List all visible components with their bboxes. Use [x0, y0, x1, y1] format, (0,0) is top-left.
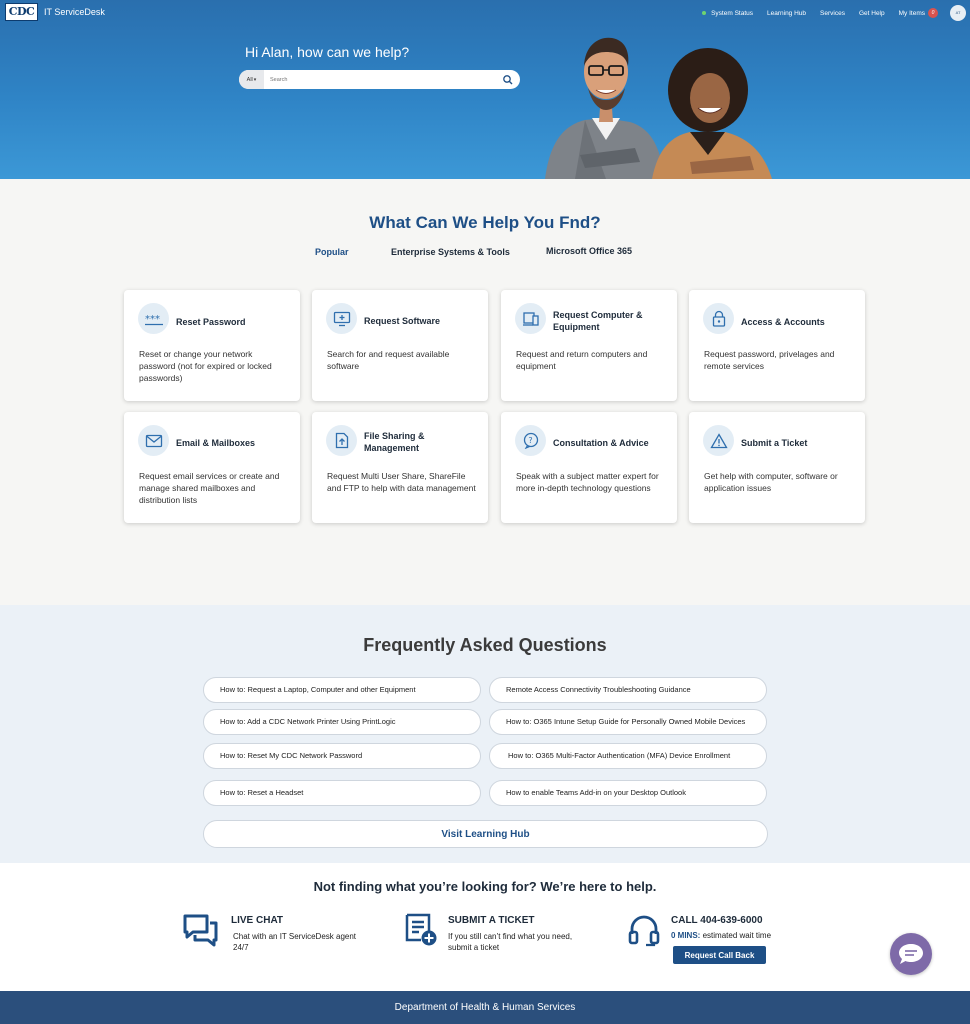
card-description: Get help with computer, software or appl… — [704, 471, 838, 493]
faq-item[interactable]: How to: Add a CDC Network Printer Using … — [203, 709, 481, 735]
question-bubble-icon: ? — [515, 425, 546, 456]
chat-icon[interactable] — [183, 914, 219, 948]
card-title: Email & Mailboxes — [176, 438, 256, 448]
hero-people-illustration — [545, 37, 772, 179]
card-description: Reset or change your network password (n… — [139, 349, 272, 383]
card-description: Search for and request available softwar… — [327, 349, 450, 371]
visit-learning-hub-button[interactable]: Visit Learning Hub — [203, 820, 768, 848]
faq-section: Frequently Asked Questions How to: Reque… — [0, 605, 970, 863]
nav-learning-hub[interactable]: Learning Hub — [767, 10, 806, 17]
footer: Department of Health & Human Services — [0, 991, 970, 1024]
card-title: Submit a Ticket — [741, 438, 808, 448]
category-tabs: Popular Enterprise Systems & Tools Micro… — [0, 246, 970, 265]
help-section-title: What Can We Help You Fnd? — [369, 213, 601, 232]
search-input[interactable] — [264, 71, 501, 88]
headset-icon[interactable] — [628, 914, 660, 948]
card-description: Request password, privelages and remote … — [704, 349, 835, 371]
faq-item[interactable]: How to enable Teams Add-in on your Deskt… — [489, 780, 767, 806]
warning-icon — [703, 425, 734, 456]
request-call-back-button[interactable]: Request Call Back — [673, 946, 766, 964]
search-scope-label: All — [246, 76, 253, 83]
submit-ticket-text: If you still can’t find what you need, s… — [448, 932, 573, 952]
nav-get-help[interactable]: Get Help — [859, 10, 885, 17]
card-request-computer[interactable]: Request Computer & Equipment Request and… — [501, 290, 677, 401]
card-access-accounts[interactable]: Access & Accounts Request password, priv… — [689, 290, 865, 401]
search-scope-dropdown[interactable]: All ▾ — [239, 70, 264, 89]
faq-item[interactable]: How to: Reset My CDC Network Password — [203, 743, 481, 769]
faq-item[interactable]: How to: Request a Laptop, Computer and o… — [203, 677, 481, 703]
card-file-sharing[interactable]: File Sharing & Management Request Multi … — [312, 412, 488, 523]
card-consultation-advice[interactable]: ? Consultation & Advice Speak with a sub… — [501, 412, 677, 523]
hero-banner: CDC IT ServiceDesk System Status Learnin… — [0, 0, 970, 179]
search-bar: All ▾ — [239, 70, 520, 89]
nav-my-items-label: My Items — [898, 9, 925, 17]
ticket-icon[interactable] — [404, 913, 438, 947]
status-dot-icon — [702, 11, 707, 15]
tab-enterprise-systems[interactable]: Enterprise Systems & Tools — [391, 247, 510, 257]
devices-icon — [515, 303, 546, 334]
wait-minutes: 0 MINS: — [671, 931, 701, 940]
nav-my-items[interactable]: My Items 0 — [899, 8, 938, 18]
card-title: Request Software — [364, 316, 441, 326]
card-title: Access & Accounts — [741, 317, 825, 327]
contact-section: Not finding what you’re looking for? We’… — [0, 863, 970, 991]
faq-item[interactable]: How to: O365 Multi-Factor Authentication… — [489, 743, 767, 769]
svg-text:***: *** — [145, 314, 160, 325]
card-request-software[interactable]: Request Software Search for and request … — [312, 290, 488, 401]
live-chat-heading[interactable]: LIVE CHAT — [231, 915, 283, 926]
svg-text:?: ? — [528, 436, 532, 445]
tab-microsoft-office-365[interactable]: Microsoft Office 365 — [546, 246, 632, 256]
nav-system-status-label: System Status — [711, 9, 753, 17]
card-reset-password[interactable]: *** Reset Password Reset or change your … — [124, 290, 300, 401]
cdc-logo[interactable]: CDC — [5, 3, 38, 21]
tab-popular[interactable]: Popular — [315, 247, 349, 257]
file-upload-icon — [326, 425, 357, 456]
wait-time-label: estimated wait time — [702, 931, 772, 940]
faq-title: Frequently Asked Questions — [363, 635, 607, 655]
faq-item[interactable]: How to: Reset a Headset — [203, 780, 481, 806]
envelope-icon — [138, 425, 169, 456]
top-nav: System Status Learning Hub Services Get … — [702, 8, 938, 18]
nav-system-status[interactable]: System Status — [702, 10, 753, 17]
faq-item[interactable]: How to: O365 Intune Setup Guide for Pers… — [489, 709, 767, 735]
live-chat-text: Chat with an IT ServiceDesk agent 24/7 — [233, 932, 357, 952]
card-title: File Sharing & Management — [364, 431, 425, 453]
password-icon: *** — [138, 303, 169, 334]
monitor-plus-icon — [326, 303, 357, 334]
card-description: Speak with a subject matter expert for m… — [516, 471, 659, 493]
wait-time: 0 MINS: estimated wait time — [671, 930, 801, 941]
card-title: Reset Password — [176, 317, 246, 327]
card-submit-ticket[interactable]: Submit a Ticket Get help with computer, … — [689, 412, 865, 523]
card-title: Consultation & Advice — [553, 438, 649, 448]
chevron-down-icon: ▾ — [253, 76, 257, 83]
card-description: Request email services or create and man… — [139, 471, 280, 505]
card-description: Request and return computers and equipme… — [516, 349, 648, 371]
chat-bubble-icon — [899, 944, 923, 964]
card-title: Request Computer & Equipment — [553, 310, 643, 332]
contact-title: Not finding what you’re looking for? We’… — [313, 879, 657, 894]
hero-greeting: Hi Alan, how can we help? — [245, 44, 410, 60]
card-description: Request Multi User Share, ShareFile and … — [327, 471, 476, 493]
footer-text[interactable]: Department of Health & Human Services — [395, 1002, 576, 1013]
submit-ticket-heading[interactable]: SUBMIT A TICKET — [448, 915, 534, 926]
chat-launcher-button[interactable] — [890, 933, 932, 975]
lock-icon — [703, 303, 734, 334]
call-heading[interactable]: CALL 404-639-6000 — [671, 915, 763, 926]
search-icon[interactable] — [501, 73, 515, 87]
my-items-count-badge: 0 — [928, 8, 938, 18]
nav-services[interactable]: Services — [820, 10, 845, 17]
user-avatar[interactable]: AT — [950, 5, 966, 21]
card-email-mailboxes[interactable]: Email & Mailboxes Request email services… — [124, 412, 300, 523]
app-title[interactable]: IT ServiceDesk — [44, 7, 105, 17]
top-navigation-bar: CDC IT ServiceDesk System Status Learnin… — [0, 0, 970, 26]
faq-item[interactable]: Remote Access Connectivity Troubleshooti… — [489, 677, 767, 703]
